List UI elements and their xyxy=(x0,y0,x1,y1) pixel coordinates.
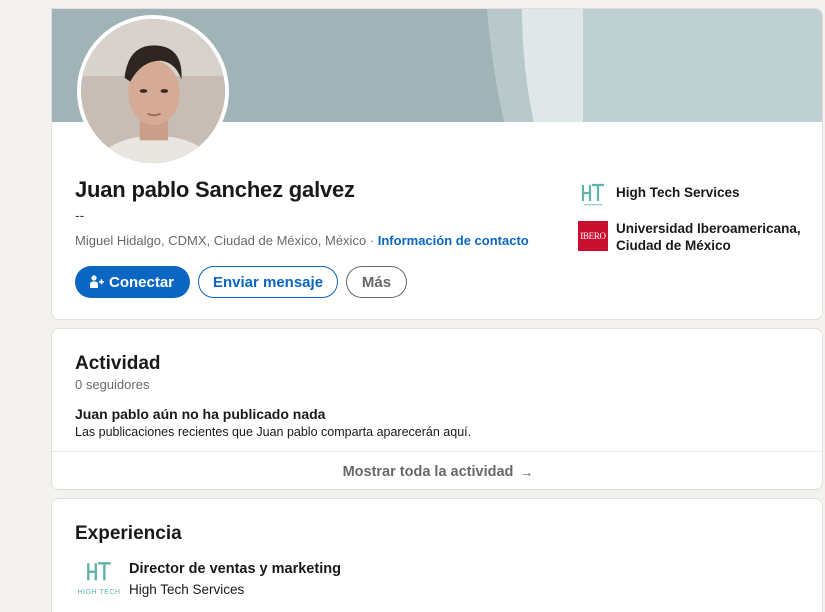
activity-title: Actividad xyxy=(75,353,161,374)
logo-text: HIGH TECH xyxy=(77,589,121,596)
profile-name: Juan pablo Sanchez galvez xyxy=(75,177,355,202)
activity-empty-title: Juan pablo aún no ha publicado nada xyxy=(75,406,326,422)
add-person-icon xyxy=(89,274,105,290)
contact-info-link[interactable]: Información de contacto xyxy=(378,233,529,248)
experience-details: Director de ventas y marketing High Tech… xyxy=(129,559,341,607)
experience-title: Experiencia xyxy=(75,523,182,544)
experience-role: Director de ventas y marketing xyxy=(129,561,341,577)
experience-company[interactable]: High Tech Services xyxy=(129,582,341,597)
connect-label: Conectar xyxy=(108,273,175,291)
show-all-label: Mostrar toda la actividad xyxy=(342,463,514,480)
arrow-right-icon: → xyxy=(519,463,534,480)
send-message-button[interactable]: Enviar mensaje xyxy=(198,266,338,298)
experience-item[interactable]: HIGH TECH Director de ventas y marketing… xyxy=(75,559,341,607)
separator: · xyxy=(366,233,378,248)
ibero-logo-text: IBERO xyxy=(578,221,608,251)
experience-card: Experiencia HIGH TECH Director de ventas… xyxy=(51,498,823,612)
activity-empty-description: Las publicaciones recientes que Juan pab… xyxy=(75,425,472,439)
org-name: High Tech Services xyxy=(616,185,740,200)
organization-list: High Tech Services IBERO Universidad Ibe… xyxy=(577,179,817,263)
more-button[interactable]: Más xyxy=(346,266,407,298)
profile-page: Juan pablo Sanchez galvez -- Miguel Hida… xyxy=(0,0,825,612)
avatar-photo xyxy=(81,19,225,163)
org-item-ibero[interactable]: IBERO Universidad Iberoamericana, Ciudad… xyxy=(577,220,817,254)
profile-location-line: Miguel Hidalgo, CDMX, Ciudad de México, … xyxy=(75,233,529,248)
org-item-high-tech-services[interactable]: High Tech Services xyxy=(577,179,817,211)
show-all-activity-button[interactable]: Mostrar toda la actividad → xyxy=(52,451,822,489)
profile-actions: Conectar Enviar mensaje Más xyxy=(75,266,407,298)
activity-card: Actividad 0 seguidores Juan pablo aún no… xyxy=(51,328,823,490)
banner-shape xyxy=(583,9,822,122)
org-name: Universidad Iberoamericana, Ciudad de Mé… xyxy=(616,221,801,253)
followers-count[interactable]: 0 seguidores xyxy=(75,377,149,392)
profile-card: Juan pablo Sanchez galvez -- Miguel Hida… xyxy=(51,8,823,320)
avatar[interactable] xyxy=(77,15,229,167)
ibero-logo-icon: IBERO xyxy=(577,220,609,252)
high-tech-services-logo-icon: HIGH TECH xyxy=(75,559,123,607)
connect-button[interactable]: Conectar xyxy=(75,266,190,298)
profile-headline: -- xyxy=(75,207,85,223)
profile-location: Miguel Hidalgo, CDMX, Ciudad de México, … xyxy=(75,233,367,248)
high-tech-services-logo-icon xyxy=(577,179,609,211)
